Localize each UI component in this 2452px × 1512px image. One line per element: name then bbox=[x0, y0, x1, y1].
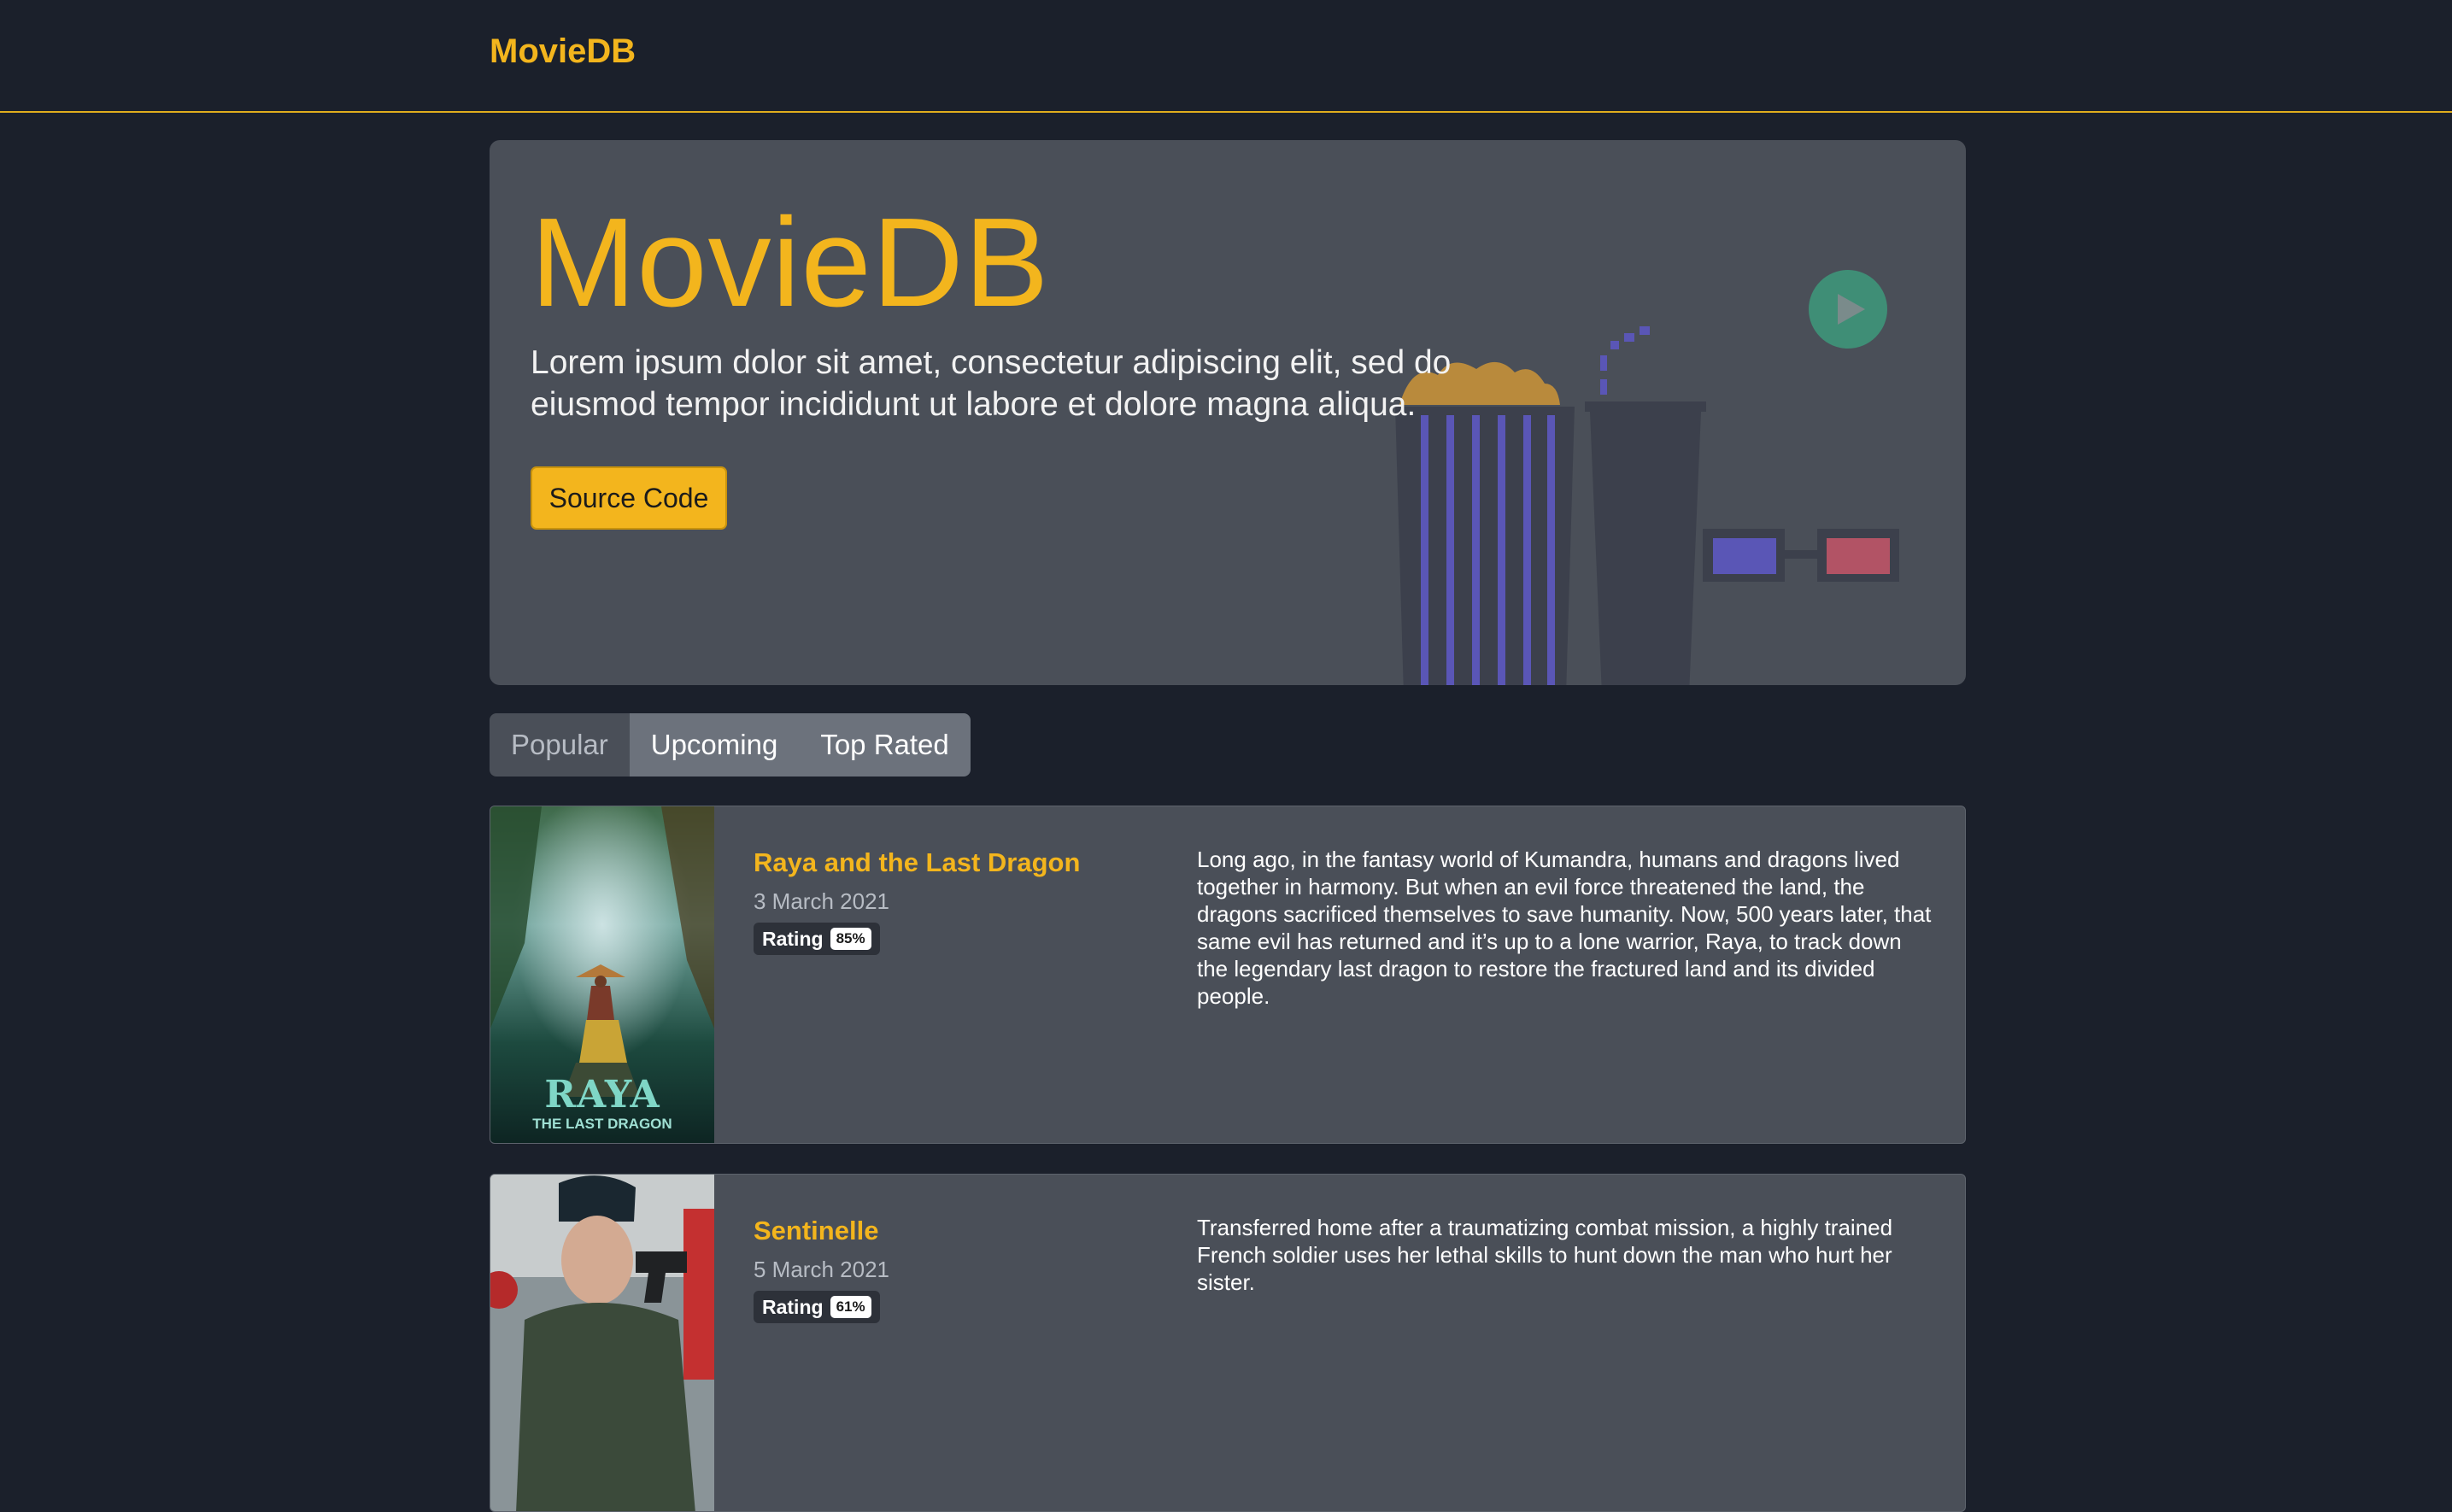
rating-badge: Rating 85% bbox=[754, 923, 880, 955]
tab-popular[interactable]: Popular bbox=[490, 713, 630, 777]
release-date: 3 March 2021 bbox=[754, 888, 889, 914]
source-code-button[interactable]: Source Code bbox=[531, 466, 727, 530]
rating-value: 61% bbox=[830, 1296, 871, 1318]
tab-top-rated[interactable]: Top Rated bbox=[799, 713, 971, 777]
movie-title[interactable]: Raya and the Last Dragon bbox=[754, 847, 1080, 878]
movie-illustration bbox=[1395, 326, 1899, 685]
tab-upcoming[interactable]: Upcoming bbox=[629, 713, 800, 777]
rating-label: Rating bbox=[762, 927, 824, 950]
soda-cup-icon bbox=[1585, 326, 1706, 685]
hero-title: MovieDB bbox=[531, 192, 1050, 333]
navbar: MovieDB bbox=[0, 0, 2452, 113]
rating-label: Rating bbox=[762, 1295, 824, 1318]
movie-overview: Long ago, in the fantasy world of Kumand… bbox=[1197, 847, 1932, 1009]
hero-description: Lorem ipsum dolor sit amet, consectetur … bbox=[531, 344, 1452, 423]
movie-poster[interactable] bbox=[490, 1175, 714, 1511]
movie-poster[interactable]: RAYA THE LAST DRAGON bbox=[490, 806, 714, 1143]
3d-glasses-icon bbox=[1703, 529, 1899, 582]
movie-card: RAYA THE LAST DRAGON Raya and the Last D… bbox=[490, 806, 1966, 1144]
poster-title: RAYA bbox=[544, 1073, 660, 1116]
movie-title[interactable]: Sentinelle bbox=[754, 1216, 878, 1246]
brand-logo[interactable]: MovieDB bbox=[490, 32, 636, 71]
hero-jumbotron: MovieDB Lorem ipsum dolor sit amet, cons… bbox=[490, 140, 1966, 685]
rating-badge: Rating 61% bbox=[754, 1291, 880, 1323]
release-date: 5 March 2021 bbox=[754, 1257, 889, 1282]
movie-overview: Transferred home after a traumatizing co… bbox=[1197, 1215, 1893, 1295]
rating-value: 85% bbox=[830, 928, 871, 950]
movie-card: Sentinelle 5 March 2021 Rating 61% Trans… bbox=[490, 1174, 1966, 1512]
poster-subtitle: THE LAST DRAGON bbox=[532, 1116, 672, 1132]
category-tabs: Popular Upcoming Top Rated bbox=[490, 713, 971, 777]
